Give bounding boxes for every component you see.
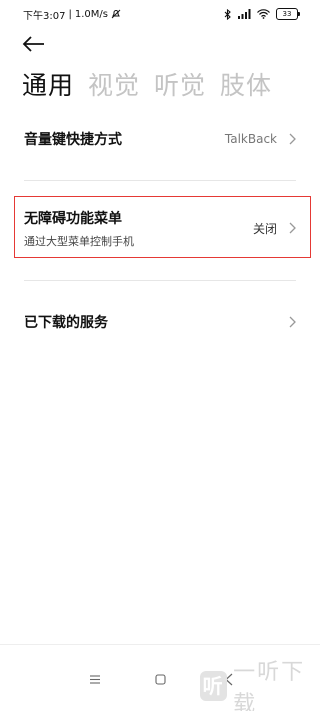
category-tabs: 通用 视觉 听觉 肢体 bbox=[22, 66, 272, 102]
settings-page: 下午3:07 | 1.0M/s 33 通用 视觉 听觉 肢体 音量键快捷方式 T… bbox=[0, 0, 320, 711]
bluetooth-icon bbox=[224, 8, 231, 20]
status-left: 下午3:07 | 1.0M/s bbox=[23, 7, 121, 22]
watermark-logo: 听 bbox=[200, 671, 228, 701]
back-arrow-icon[interactable] bbox=[22, 34, 46, 54]
status-right: 33 bbox=[224, 8, 300, 20]
chevron-right-icon bbox=[289, 316, 296, 328]
divider bbox=[24, 280, 296, 281]
status-time: 下午3:07 bbox=[23, 10, 66, 22]
accessibility-menu-row[interactable]: 无障碍功能菜单 通过大型菜单控制手机 关闭 bbox=[24, 206, 296, 250]
tab-vision[interactable]: 视觉 bbox=[88, 66, 140, 102]
volume-shortcut-row[interactable]: 音量键快捷方式 TalkBack bbox=[24, 127, 296, 151]
menu-icon[interactable] bbox=[89, 675, 101, 684]
chevron-right-icon bbox=[289, 222, 296, 234]
home-icon[interactable] bbox=[155, 674, 166, 685]
accessibility-menu-value: 关闭 bbox=[252, 221, 277, 236]
chevron-right-icon bbox=[289, 133, 296, 145]
accessibility-menu-text: 无障碍功能菜单 通过大型菜单控制手机 bbox=[24, 208, 134, 249]
mute-alarm-icon bbox=[111, 9, 121, 19]
accessibility-menu-subtitle: 通过大型菜单控制手机 bbox=[24, 234, 134, 248]
watermark-text: 一听下载 bbox=[233, 660, 306, 711]
divider bbox=[24, 180, 296, 181]
status-bar: 下午3:07 | 1.0M/s 33 bbox=[0, 0, 320, 28]
tab-physical[interactable]: 肢体 bbox=[220, 66, 272, 102]
downloaded-services-right bbox=[289, 316, 296, 328]
volume-shortcut-title: 音量键快捷方式 bbox=[24, 132, 122, 148]
volume-shortcut-value: TalkBack bbox=[224, 132, 277, 146]
status-separator: | bbox=[68, 8, 72, 20]
status-speed: 1.0M/s bbox=[74, 8, 108, 20]
accessibility-menu-right: 关闭 bbox=[253, 220, 296, 237]
tab-general[interactable]: 通用 bbox=[22, 66, 74, 102]
downloaded-services-title: 已下载的服务 bbox=[24, 315, 108, 331]
watermark: 听 一听下载 bbox=[200, 654, 320, 711]
volume-shortcut-right: TalkBack bbox=[225, 132, 296, 146]
wifi-icon bbox=[257, 9, 270, 19]
downloaded-services-row[interactable]: 已下载的服务 bbox=[24, 310, 296, 334]
tab-hearing[interactable]: 听觉 bbox=[154, 66, 206, 102]
signal-icon bbox=[238, 9, 251, 19]
battery-icon: 33 bbox=[276, 8, 300, 20]
accessibility-menu-title: 无障碍功能菜单 bbox=[24, 210, 122, 227]
